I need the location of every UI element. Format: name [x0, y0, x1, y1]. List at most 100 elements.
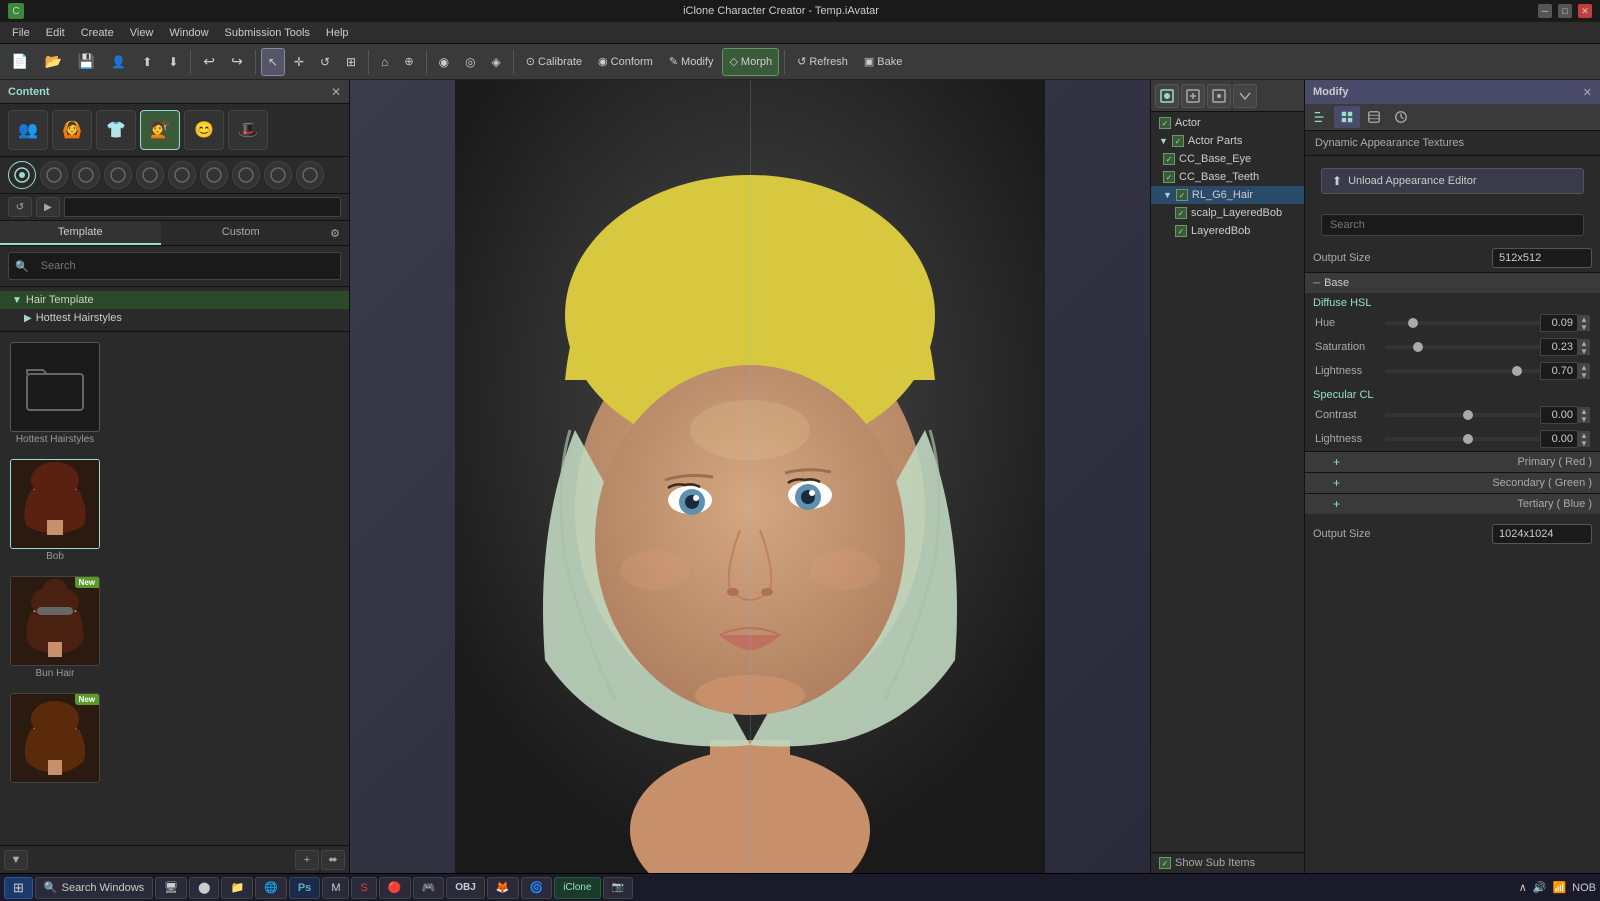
- saturation-thumb[interactable]: [1413, 342, 1423, 352]
- hue-down-button[interactable]: ▼: [1578, 323, 1590, 331]
- specular-lightness-value-input[interactable]: [1540, 430, 1578, 448]
- actor-checkbox-layeredbob[interactable]: ✓: [1175, 225, 1187, 237]
- menu-create[interactable]: Create: [73, 25, 122, 41]
- taskbar-firefox[interactable]: 🦊: [487, 877, 519, 899]
- show-sub-items-row[interactable]: ✓ Show Sub Items: [1151, 852, 1304, 873]
- taskbar-r[interactable]: 🔴: [379, 877, 411, 899]
- custom-tab[interactable]: Custom: [161, 221, 322, 245]
- contrast-slider[interactable]: [1385, 413, 1540, 417]
- actor-item-scalp[interactable]: ✓ scalp_LayeredBob: [1151, 204, 1304, 222]
- search-taskbar-button[interactable]: 🔍 Search Windows: [35, 877, 153, 899]
- actor-item-teeth[interactable]: ✓ CC_Base_Teeth: [1151, 168, 1304, 186]
- taskbar-game[interactable]: 🎮: [413, 877, 445, 899]
- avatar-button[interactable]: 👤: [104, 48, 133, 76]
- base-section-header[interactable]: ─ Base: [1305, 272, 1600, 293]
- hue-value-input[interactable]: [1540, 314, 1578, 332]
- right-tab-2[interactable]: [1334, 106, 1360, 128]
- bottom-expand-btn[interactable]: ⬌: [321, 850, 345, 870]
- right-tab-4[interactable]: [1388, 106, 1414, 128]
- actor-item-eye[interactable]: ✓ CC_Base_Eye: [1151, 150, 1304, 168]
- circle-tab-2[interactable]: [40, 161, 68, 189]
- hair-cell-folder[interactable]: Hottest Hairstyles: [8, 340, 102, 447]
- export-button[interactable]: ⬆: [135, 48, 159, 76]
- specular-lightness-slider[interactable]: [1385, 437, 1540, 441]
- hue-slider[interactable]: [1385, 321, 1540, 325]
- actor-tool-1[interactable]: [1155, 84, 1179, 108]
- contrast-down-button[interactable]: ▼: [1578, 415, 1590, 423]
- circle-tab-5[interactable]: [136, 161, 164, 189]
- icon-tab-accesory[interactable]: 🎩: [228, 110, 268, 150]
- menu-help[interactable]: Help: [318, 25, 357, 41]
- lightness-value-input[interactable]: [1540, 362, 1578, 380]
- nav-forward-icon[interactable]: ▶: [36, 197, 60, 217]
- hair-cell-new3[interactable]: New: [8, 691, 102, 787]
- right-tab-1[interactable]: [1307, 106, 1333, 128]
- hair-cell-bun[interactable]: New Bun Hair: [8, 574, 102, 681]
- icon-tab-cloth[interactable]: 👕: [96, 110, 136, 150]
- lightness-thumb[interactable]: [1512, 366, 1522, 376]
- bottom-down-btn[interactable]: ▼: [4, 850, 28, 870]
- taskbar-m[interactable]: M: [322, 877, 349, 899]
- circle-tab-9[interactable]: [264, 161, 292, 189]
- taskbar-ps[interactable]: Ps: [289, 877, 320, 899]
- focus-button[interactable]: ⊕: [397, 48, 420, 76]
- actor-checkbox-eye[interactable]: ✓: [1163, 153, 1175, 165]
- search-input[interactable]: [33, 256, 334, 276]
- tree-item-hottest[interactable]: ▶ Hottest Hairstyles: [0, 309, 349, 327]
- circle-tab-8[interactable]: [232, 161, 260, 189]
- circle-tab-6[interactable]: [168, 161, 196, 189]
- camera-button[interactable]: ◉: [432, 48, 456, 76]
- taskbar-files[interactable]: 📁: [221, 877, 253, 899]
- menu-window[interactable]: Window: [161, 25, 216, 41]
- icon-tab-people[interactable]: 👥: [8, 110, 48, 150]
- right-tab-3[interactable]: [1361, 106, 1387, 128]
- taskbar-temp-avatar[interactable]: 📷: [603, 877, 633, 899]
- actor-tool-3[interactable]: [1207, 84, 1231, 108]
- conform-button[interactable]: ◉Conform: [591, 48, 660, 76]
- actor-item-hair[interactable]: ▼ ✓ RL_G6_Hair: [1151, 186, 1304, 204]
- scale-button[interactable]: ⊞: [339, 48, 363, 76]
- menu-view[interactable]: View: [122, 25, 162, 41]
- show-sub-checkbox[interactable]: ✓: [1159, 857, 1171, 869]
- circle-tab-7[interactable]: [200, 161, 228, 189]
- select-button[interactable]: ↖: [261, 48, 285, 76]
- modify-close-icon[interactable]: ✕: [1583, 86, 1592, 99]
- undo-button[interactable]: ↩: [196, 48, 222, 76]
- contrast-value-input[interactable]: [1540, 406, 1578, 424]
- icon-tab-body[interactable]: 🙆: [52, 110, 92, 150]
- lightness-down-button[interactable]: ▼: [1578, 371, 1590, 379]
- nav-back-icon[interactable]: ↺: [8, 197, 32, 217]
- light-button[interactable]: ◎: [458, 48, 482, 76]
- actor-item-parts[interactable]: ▼ ✓ Actor Parts: [1151, 132, 1304, 150]
- taskbar-iclone-cc[interactable]: iClone: [554, 877, 600, 899]
- actor-checkbox-hair[interactable]: ✓: [1176, 189, 1188, 201]
- actor-item-actor[interactable]: ✓ Actor: [1151, 114, 1304, 132]
- output-size-2-select[interactable]: 512x512 1024x1024 2048x2048: [1492, 524, 1592, 544]
- saturation-down-button[interactable]: ▼: [1578, 347, 1590, 355]
- circle-tab-4[interactable]: [104, 161, 132, 189]
- actor-item-layeredbob[interactable]: ✓ LayeredBob: [1151, 222, 1304, 240]
- template-tab[interactable]: Template: [0, 221, 161, 245]
- taskbar-3dcoat[interactable]: 🌀: [521, 877, 553, 899]
- contrast-thumb[interactable]: [1463, 410, 1473, 420]
- redo-button[interactable]: ↪: [224, 48, 250, 76]
- env-button[interactable]: ◈: [485, 48, 508, 76]
- taskbar-s[interactable]: S: [351, 877, 376, 899]
- viewport[interactable]: [350, 80, 1150, 873]
- output-size-select[interactable]: 512x512 1024x1024 2048x2048: [1492, 248, 1592, 268]
- save-file-button[interactable]: 💾: [71, 48, 102, 76]
- bake-button[interactable]: ▣Bake: [857, 48, 909, 76]
- actor-checkbox-teeth[interactable]: ✓: [1163, 171, 1175, 183]
- calibrate-button[interactable]: ⊙Calibrate: [519, 48, 589, 76]
- circle-tab-3[interactable]: [72, 161, 100, 189]
- modify-button[interactable]: ✎Modify: [662, 48, 721, 76]
- refresh-button[interactable]: ↺Refresh: [790, 48, 855, 76]
- content-close-icon[interactable]: ✕: [331, 85, 341, 99]
- modify-search-input[interactable]: [1321, 214, 1584, 236]
- home-button[interactable]: ⌂: [374, 48, 395, 76]
- new-file-button[interactable]: 📄: [4, 48, 35, 76]
- network-icon[interactable]: 📶: [1552, 881, 1566, 894]
- minimize-button[interactable]: ─: [1538, 4, 1552, 18]
- icon-tab-face[interactable]: 😊: [184, 110, 224, 150]
- saturation-value-input[interactable]: [1540, 338, 1578, 356]
